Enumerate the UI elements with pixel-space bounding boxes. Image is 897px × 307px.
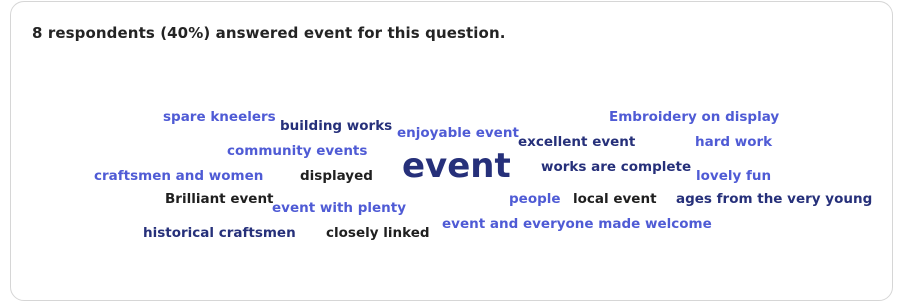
word-cloud-term[interactable]: local event	[573, 192, 657, 207]
word-cloud-term[interactable]: hard work	[695, 135, 772, 150]
word-cloud-term[interactable]: event with plenty	[272, 201, 406, 216]
word-cloud-term[interactable]: closely linked	[326, 226, 430, 241]
word-cloud-term[interactable]: historical craftsmen	[143, 226, 296, 241]
word-cloud-term-primary[interactable]: event	[402, 149, 511, 183]
word-cloud-term[interactable]: lovely fun	[696, 169, 771, 184]
word-cloud-term[interactable]: displayed	[300, 169, 373, 184]
word-cloud-term[interactable]: Brilliant event	[165, 192, 274, 207]
word-cloud-term[interactable]: excellent event	[518, 135, 635, 150]
word-cloud-term[interactable]: works are complete	[541, 160, 691, 175]
word-cloud-term[interactable]: event and everyone made welcome	[442, 217, 712, 232]
word-cloud-term[interactable]: building works	[280, 119, 392, 134]
word-cloud-term[interactable]: community events	[227, 144, 367, 159]
word-cloud-term[interactable]: enjoyable event	[397, 126, 519, 141]
word-cloud-term[interactable]: spare kneelers	[163, 110, 276, 125]
word-cloud-term[interactable]: Embroidery on display	[609, 110, 779, 125]
word-cloud-card: 8 respondents (40%) answered event for t…	[10, 1, 893, 301]
word-cloud: spare kneelers building works enjoyable …	[11, 2, 894, 302]
word-cloud-term[interactable]: people	[509, 192, 561, 207]
word-cloud-term[interactable]: ages from the very young	[676, 192, 872, 207]
word-cloud-term[interactable]: craftsmen and women	[94, 169, 263, 184]
